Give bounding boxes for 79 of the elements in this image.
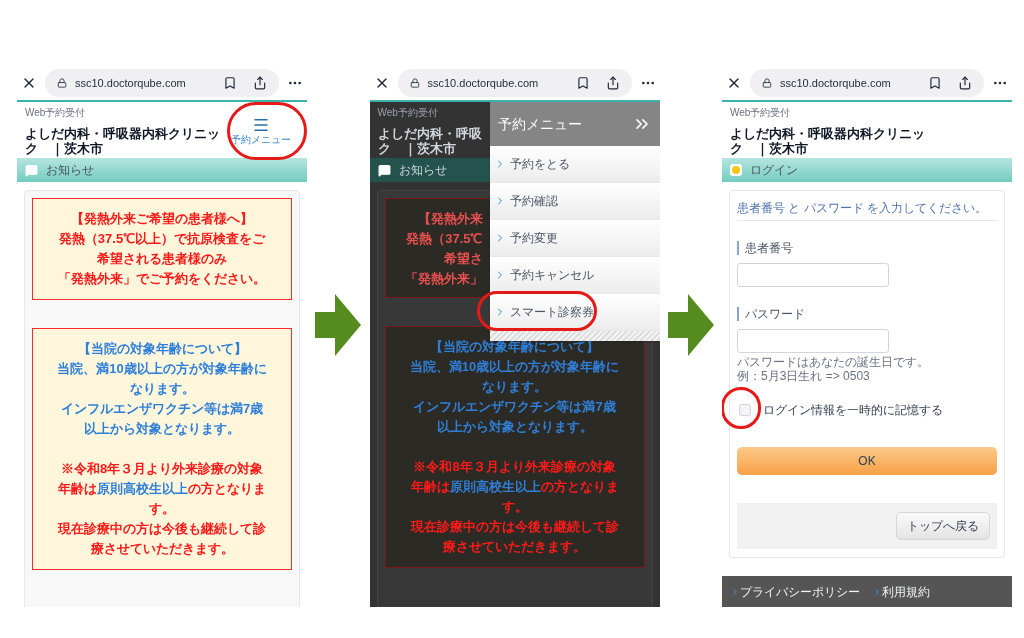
- menu-item[interactable]: 予約確認: [489, 183, 660, 220]
- notice-line: インフルエンザワクチン等は満7歳: [413, 398, 616, 416]
- notice-line: なります。: [129, 380, 195, 398]
- menu-item[interactable]: 予約変更: [489, 220, 660, 257]
- hint-text: パスワードはあなたの誕生日です。: [737, 355, 930, 369]
- notice-line: す。: [149, 500, 175, 518]
- share-icon[interactable]: [253, 76, 267, 90]
- notice-line: インフルエンザワクチン等は満7歳: [60, 400, 264, 418]
- section-title: お知らせ: [398, 162, 447, 179]
- address-bar[interactable]: ssc10.doctorqube.com: [397, 69, 632, 97]
- login-icon: [730, 164, 742, 176]
- lock-icon: [762, 78, 772, 88]
- bookmark-icon[interactable]: [223, 76, 237, 90]
- notice-line: 年齢は原則高校生以上の方となりま: [410, 478, 619, 496]
- checkbox[interactable]: [739, 404, 751, 416]
- input-field[interactable]: [737, 263, 889, 287]
- bookmark-icon[interactable]: [928, 76, 942, 90]
- notice-line: 希望される患者様のみ: [97, 250, 227, 268]
- notice-line: 【発熱外来: [417, 210, 483, 228]
- checkbox-label: ログイン情報を一時的に記憶する: [763, 402, 943, 419]
- notice-line: 当院、満10歳以上の方が対象年齢に: [57, 360, 267, 378]
- menu-item[interactable]: スマート診察券: [489, 294, 660, 331]
- field-label: パスワード: [737, 307, 997, 321]
- notice-line: 現在診療中の方は今後も継続して診: [58, 520, 266, 538]
- address-bar[interactable]: ssc10.doctorqube.com: [750, 69, 984, 97]
- notice-line: す。: [501, 498, 528, 516]
- share-icon[interactable]: [958, 76, 972, 90]
- menu-item[interactable]: 予約キャンセル: [489, 257, 660, 294]
- clinic-name: よしだ内科・呼吸器内科クリニッ ク ｜茨木市: [25, 126, 220, 156]
- service-label: Web予約受付: [377, 106, 439, 120]
- footer-link[interactable]: プライバシーポリシー: [740, 582, 860, 601]
- notice-line: ※令和8年３月より外来診療の対象: [60, 460, 264, 478]
- notice-line: ※令和8年３月より外来診療の対象: [413, 458, 616, 476]
- clinic-name: よしだ内科・呼吸器内科クリニッ ク ｜茨木市: [730, 126, 925, 156]
- hint-text: 例：5月3日生れ => 0503: [737, 369, 871, 383]
- menu-button[interactable]: 予約メニュー: [231, 116, 291, 146]
- speech-bubble-icon: [377, 163, 391, 177]
- service-label: Web予約受付: [730, 106, 792, 120]
- lock-icon: [57, 78, 67, 88]
- notice-line: 現在診療中の方は今後も継続して診: [410, 518, 619, 536]
- notice-line: 以上から対象となります。: [84, 420, 240, 438]
- url-text: ssc10.doctorqube.com: [427, 75, 540, 91]
- notice-line: 療させていただきます。: [90, 540, 234, 558]
- chevron-icon: [730, 586, 740, 597]
- notice-line: 発熱（37.5℃以上）で抗原検査をご: [58, 230, 266, 248]
- address-bar[interactable]: ssc10.doctorqube.com: [45, 69, 279, 97]
- clinic-name: よしだ内科・呼吸 ク ｜茨木市: [377, 126, 482, 156]
- notice-line: 療させていただきます。: [443, 538, 586, 556]
- ok-button[interactable]: OK: [737, 447, 997, 475]
- notice-line: 当院、満10歳以上の方が対象年齢に: [409, 358, 620, 376]
- right-arrow-shape: [667, 294, 714, 356]
- notice-line: 年齢は原則高校生以上の方となりま: [58, 480, 266, 498]
- url-text: ssc10.doctorqube.com: [75, 75, 187, 91]
- section-title: お知らせ: [46, 162, 94, 179]
- lock-icon: [409, 78, 420, 88]
- field-label: 患者番号: [737, 241, 997, 255]
- notice-line: 発熱（37.5℃: [406, 230, 483, 248]
- section-title: ログイン: [750, 162, 798, 179]
- chevron-icon: [872, 586, 882, 597]
- notice-line: 【当院の対象年齢について】: [77, 340, 247, 358]
- speech-bubble-icon: [25, 163, 38, 177]
- instruction-text: 患者番号 と パスワード を入力してください。: [737, 199, 997, 221]
- service-label: Web予約受付: [25, 106, 87, 120]
- input-field[interactable]: [737, 329, 889, 353]
- bookmark-icon[interactable]: [575, 76, 590, 90]
- notice-line: 【発熱外来ご希望の患者様へ】: [71, 210, 253, 228]
- share-icon[interactable]: [605, 76, 620, 90]
- back-to-top-button[interactable]: トップへ戻る: [896, 512, 990, 540]
- menu-item[interactable]: 予約をとる: [489, 146, 660, 183]
- notice-line: 「発熱外来」: [404, 270, 483, 288]
- footer-link[interactable]: 利用規約: [882, 582, 930, 601]
- menu-icon: [252, 116, 270, 134]
- notice-line: 「発熱外来」でご予約をください。: [58, 270, 266, 288]
- right-arrow-shape: [315, 294, 362, 356]
- notice-line: なります。: [482, 378, 547, 396]
- notice-line: 以上から対象となります。: [436, 418, 593, 436]
- url-text: ssc10.doctorqube.com: [780, 75, 892, 91]
- menu-title: 予約メニュー: [497, 114, 582, 134]
- notice-line: 希望さ: [443, 250, 483, 268]
